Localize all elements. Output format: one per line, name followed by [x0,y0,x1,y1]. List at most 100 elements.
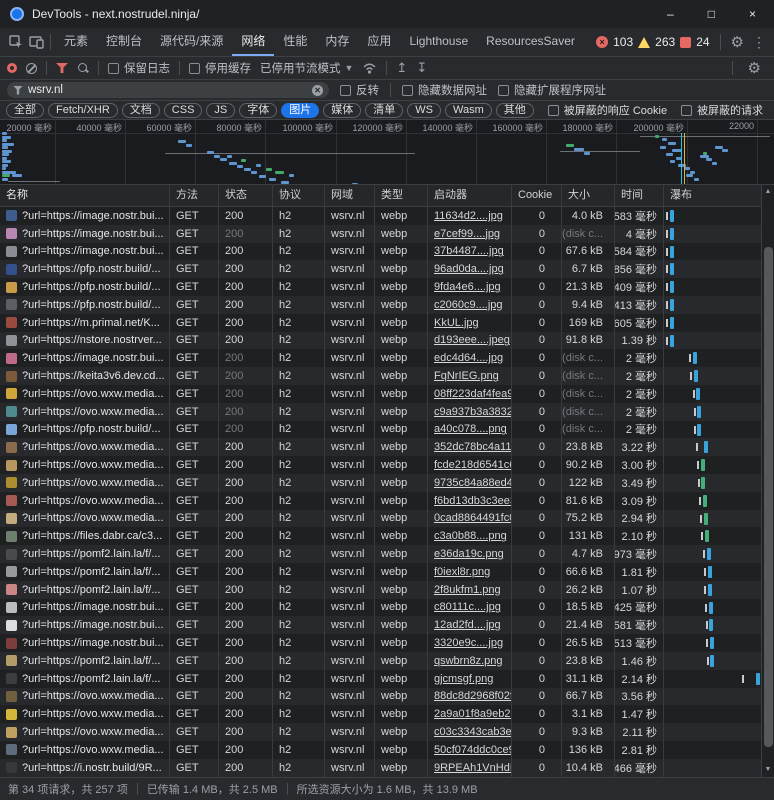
table-row[interactable]: ?url=https://ovo.wxw.media...GET200h2wsr… [0,688,774,706]
minimize-button[interactable]: – [667,7,674,21]
table-row[interactable]: ?url=https://ovo.wxw.media...GET200h2wsr… [0,705,774,723]
table-row[interactable]: ?url=https://image.nostr.bui...GET200h2w… [0,616,774,634]
network-conditions-icon[interactable] [362,62,377,74]
initiator-link[interactable]: 9fda4e6....jpg [434,281,501,293]
initiator-link[interactable]: a40c078....png [434,423,507,435]
column-header-10[interactable]: 瀑布 [664,185,774,206]
invert-checkbox[interactable]: 反转 [340,82,379,98]
initiator-link[interactable]: 37b4487....jpg [434,245,504,257]
initiator-link[interactable]: 3320e9c....jpg [434,637,503,649]
search-icon[interactable] [77,62,89,74]
table-row[interactable]: ?url=https://ovo.wxw.media...GET200h2wsr… [0,510,774,528]
initiator-link[interactable]: FqNrIEG.png [434,370,499,382]
hide-extension-urls-checkbox[interactable]: 隐藏扩展程序网址 [498,82,606,98]
initiator-link[interactable]: 2a9a01f8a9eb2c [434,708,511,720]
table-row[interactable]: ?url=https://pfp.nostr.build/...GET200h2… [0,278,774,296]
filter-icon[interactable] [56,63,68,73]
column-header-5[interactable]: 类型 [375,185,428,206]
table-row[interactable]: ?url=https://pomf2.lain.la/f/...GET200h2… [0,581,774,599]
initiator-link[interactable]: 12ad2fd....jpg [434,619,501,631]
filter-input[interactable] [28,84,307,96]
initiator-link[interactable]: 96ad0da....jpg [434,263,504,275]
inspect-element-icon[interactable] [6,33,26,51]
throttling-select[interactable]: 已停用节流模式▼ [260,60,353,76]
table-row[interactable]: ?url=https://image.nostr.bui...GET200h2w… [0,207,774,225]
initiator-link[interactable]: 2f8ukfm1.png [434,584,501,596]
clear-filter-icon[interactable]: ✕ [312,85,323,96]
initiator-link[interactable]: c3a0b88....png [434,530,507,542]
table-row[interactable]: ?url=https://ovo.wxw.media...GET200h2wsr… [0,385,774,403]
initiator-link[interactable]: KkUL.jpg [434,317,479,329]
initiator-link[interactable]: c80111c....jpg [434,601,501,613]
table-row[interactable]: ?url=https://pomf2.lain.la/f/...GET200h2… [0,670,774,688]
tab-performance[interactable]: 性能 [274,28,316,56]
chip-other[interactable]: 其他 [496,103,534,118]
clear-icon[interactable] [26,63,37,74]
column-header-2[interactable]: 状态 [219,185,273,206]
column-header-3[interactable]: 协议 [273,185,325,206]
tab-elements[interactable]: 元素 [55,28,97,56]
table-row[interactable]: ?url=https://keita3v6.dev.cd...GET200h2w… [0,367,774,385]
scroll-down-icon[interactable]: ▼ [762,763,774,777]
more-options-icon[interactable]: ⋮ [750,34,774,51]
column-header-4[interactable]: 网域 [325,185,375,206]
tab-console[interactable]: 控制台 [97,28,151,56]
chip-media[interactable]: 媒体 [323,103,361,118]
export-har-icon[interactable]: ↧ [416,60,427,76]
chip-all[interactable]: 全部 [6,103,44,118]
table-row[interactable]: ?url=https://image.nostr.bui...GET200h2w… [0,243,774,261]
blocked-requests-checkbox[interactable]: 被屏蔽的请求 [681,102,763,118]
settings-gear-icon[interactable]: ⚙ [725,33,750,51]
initiator-link[interactable]: 0cad8864491fc0 [434,512,511,524]
chip-manifest[interactable]: 清单 [365,103,403,118]
initiator-link[interactable]: d193eee....jpeg [434,334,510,346]
maximize-button[interactable]: □ [708,7,715,21]
column-header-1[interactable]: 方法 [170,185,219,206]
table-row[interactable]: ?url=https://pomf2.lain.la/f/...GET200h2… [0,652,774,670]
close-button[interactable]: × [749,7,756,21]
blocked-cookies-checkbox[interactable]: 被屏蔽的响应 Cookie [548,102,667,118]
initiator-link[interactable]: edc4d64....jpg [434,352,503,364]
initiator-link[interactable]: e36da19c.png [434,548,504,560]
column-header-7[interactable]: Cookie [512,185,562,206]
table-row[interactable]: ?url=https://ovo.wxw.media...GET200h2wsr… [0,492,774,510]
scroll-up-icon[interactable]: ▲ [762,185,774,199]
hide-data-urls-checkbox[interactable]: 隐藏数据网址 [402,82,487,98]
vertical-scrollbar[interactable]: ▲ ▼ [761,185,774,777]
tab-sources[interactable]: 源代码/来源 [151,28,232,56]
table-row[interactable]: ?url=https://ovo.wxw.media...GET200h2wsr… [0,456,774,474]
initiator-link[interactable]: 11634d2....jpg [434,210,503,222]
table-row[interactable]: ?url=https://ovo.wxw.media...GET200h2wsr… [0,438,774,456]
table-row[interactable]: ?url=https://pfp.nostr.build/...GET200h2… [0,260,774,278]
initiator-link[interactable]: f0iexl8r.png [434,566,490,578]
device-toolbar-icon[interactable] [26,33,46,51]
table-row[interactable]: ?url=https://nstore.nostrver...GET200h2w… [0,332,774,350]
tab-network[interactable]: 网络 [232,28,274,56]
table-row[interactable]: ?url=https://image.nostr.bui...GET200h2w… [0,225,774,243]
tab-lighthouse[interactable]: Lighthouse [400,28,477,56]
network-settings-gear-icon[interactable]: ⚙ [742,59,767,77]
initiator-link[interactable]: c03c3343cab3ee [434,726,511,738]
tab-application[interactable]: 应用 [358,28,400,56]
network-overview-timeline[interactable]: 20000 毫秒40000 毫秒60000 毫秒80000 毫秒100000 毫… [0,120,774,185]
column-header-0[interactable]: 名称 [0,185,170,206]
table-row[interactable]: ?url=https://ovo.wxw.media...GET200h2wsr… [0,403,774,421]
initiator-link[interactable]: 9735c84a88ed48 [434,477,511,489]
tab-resourcessaver[interactable]: ResourcesSaver [477,28,584,56]
initiator-link[interactable]: gjcmsgf.png [434,673,493,685]
table-row[interactable]: ?url=https://pomf2.lain.la/f/...GET200h2… [0,563,774,581]
chip-doc[interactable]: 文档 [122,103,160,118]
chip-css[interactable]: CSS [164,103,203,118]
column-header-8[interactable]: 大小 [562,185,615,206]
table-row[interactable]: ?url=https://pomf2.lain.la/f/...GET200h2… [0,545,774,563]
import-har-icon[interactable]: ↥ [396,60,407,76]
table-row[interactable]: ?url=https://image.nostr.bui...GET200h2w… [0,349,774,367]
initiator-link[interactable]: 50cf074ddc0ce9 [434,744,511,756]
chip-img[interactable]: 图片 [281,103,319,118]
table-row[interactable]: ?url=https://pfp.nostr.build/...GET200h2… [0,421,774,439]
chip-fetch-xhr[interactable]: Fetch/XHR [48,103,118,118]
initiator-link[interactable]: 9RPEAh1VnHdPz [434,762,511,774]
table-row[interactable]: ?url=https://ovo.wxw.media...GET200h2wsr… [0,474,774,492]
initiator-link[interactable]: 352dc78bc4a11e [434,441,511,453]
table-row[interactable]: ?url=https://pfp.nostr.build/...GET200h2… [0,296,774,314]
